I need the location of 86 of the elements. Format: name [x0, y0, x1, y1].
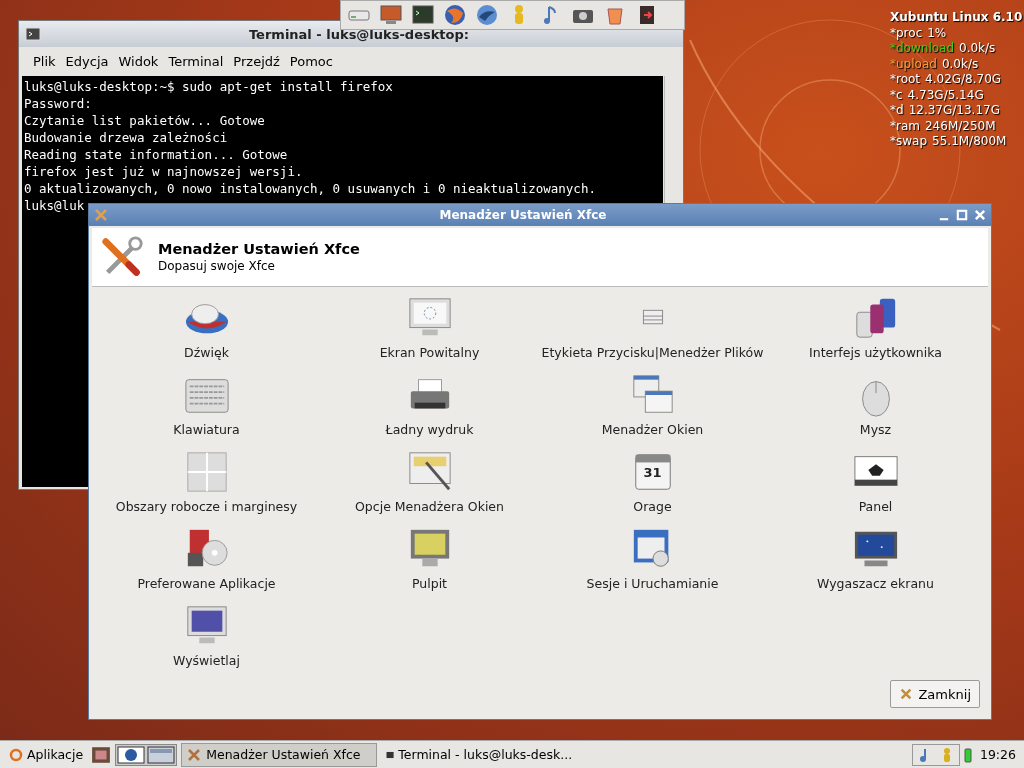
- terminal-line: Budowanie drzewa zależności: [24, 129, 229, 146]
- menu-item[interactable]: Plik: [33, 53, 56, 69]
- item-label: Klawiatura: [173, 422, 240, 437]
- terminal-line: Reading state information... Gotowe: [24, 146, 289, 163]
- stat-label: *ram: [890, 118, 920, 134]
- stat-value: 1%: [927, 25, 947, 41]
- calendar-date: 31: [643, 465, 662, 480]
- item-label: Wyświetlaj: [173, 653, 240, 668]
- terminal-line: luks@luks-desktop:~$ sudo apt-get install firefox: [24, 78, 394, 95]
- header-subtitle: Dopasuj swoje Xfce: [158, 259, 276, 273]
- stat-value: 12.37G/13.17G: [908, 103, 1000, 119]
- item-label: Ładny wydruk: [385, 422, 474, 437]
- stat-label: *proc: [890, 25, 923, 41]
- item-label: Ekran Powitalny: [379, 345, 480, 360]
- battery-icon: [963, 746, 972, 763]
- window-title: Menadżer Ustawień Xfce: [438, 208, 608, 222]
- item-label: Menadżer Okien: [601, 422, 704, 437]
- terminal-line: Czytanie list pakietów... Gotowe: [24, 112, 266, 129]
- mail-globe-icon[interactable]: [475, 3, 499, 27]
- item-label: Sesje i Uruchamianie: [586, 576, 719, 591]
- terminal-line: firefox jest już w najnowszej wersji.: [24, 163, 304, 180]
- task-button[interactable]: Menadżer Ustawień Xfce: [181, 742, 378, 767]
- stat-label: *d: [890, 103, 904, 119]
- tools-icon: [93, 207, 109, 223]
- applications-menu-button[interactable]: Aplikacje: [4, 746, 88, 763]
- item-label: Opcje Menadżera Okien: [355, 499, 504, 514]
- monitor-icon[interactable]: [379, 3, 403, 27]
- stat-label: *root: [890, 72, 921, 88]
- menu-item[interactable]: Przejdź: [233, 53, 280, 69]
- menu-item[interactable]: Edycja: [65, 53, 109, 69]
- workspace-switcher[interactable]: [115, 743, 178, 766]
- clock: 19:26: [978, 747, 1017, 762]
- stat-value: 4.02G/8.70G: [925, 72, 1002, 88]
- show-desktop-icon[interactable]: [91, 744, 112, 765]
- item-label: Interfejs użytkownika: [809, 345, 942, 360]
- settings-item[interactable]: 31 Orage: [541, 449, 764, 526]
- settings-item[interactable]: Menadżer Okien: [541, 372, 764, 449]
- terminal-line: Password:: [24, 95, 93, 112]
- settings-item[interactable]: Dźwięk: [95, 295, 318, 372]
- menu-item[interactable]: Pomoc: [289, 53, 333, 69]
- item-label: Dźwięk: [184, 345, 229, 360]
- menu-item[interactable]: Widok: [118, 53, 159, 69]
- settings-item[interactable]: Ładny wydruk: [318, 372, 541, 449]
- item-label: Panel: [858, 499, 893, 514]
- settings-item[interactable]: Mysz: [764, 372, 987, 449]
- stat-value: 4.73G/5.14G: [907, 87, 984, 103]
- stat-label: *swap: [890, 134, 928, 150]
- settings-item[interactable]: Preferowane Aplikacje: [95, 526, 318, 603]
- settings-item[interactable]: Wyświetlaj: [95, 603, 318, 680]
- settings-item[interactable]: Klawiatura: [95, 372, 318, 449]
- stat-value: 0.0k/s: [959, 41, 996, 57]
- settings-item[interactable]: Pulpit: [318, 526, 541, 603]
- globe-icon[interactable]: [443, 3, 467, 27]
- item-label: Preferowane Aplikacje: [137, 576, 276, 591]
- settings-item[interactable]: Panel: [764, 449, 987, 526]
- stat-label: *upload: [890, 56, 937, 72]
- window-title: Terminal - luks@luks-desktop:: [247, 26, 470, 42]
- close-button[interactable]: [973, 208, 987, 222]
- item-label: Wygaszacz ekranu: [817, 576, 934, 591]
- stat-label: *download: [890, 41, 955, 57]
- item-label: Pulpit: [412, 576, 447, 591]
- stat-value: 55.1M/800M: [932, 134, 1007, 150]
- ring-logo-icon: [8, 746, 24, 763]
- item-label: Mysz: [859, 422, 892, 437]
- settings-item[interactable]: Wygaszacz ekranu: [764, 526, 987, 603]
- menu-item[interactable]: Terminal: [168, 53, 224, 69]
- settings-item[interactable]: Ekran Powitalny: [318, 295, 541, 372]
- settings-item[interactable]: Opcje Menadżera Okien: [318, 449, 541, 526]
- system-monitor-title: Xubuntu Linux 6.10: [890, 10, 1023, 26]
- cross-icon: [899, 687, 914, 701]
- settings-item[interactable]: Obszary robocze i marginesy: [95, 449, 318, 526]
- item-label: Orage: [633, 499, 672, 514]
- item-label: Obszary robocze i marginesy: [115, 499, 298, 514]
- item-label: Etykieta Przycisku|Menedżer Plików: [541, 345, 764, 360]
- terminal-line: 0 aktualizowanych, 0 nowo instalowanych, 0 usuwanych i 0 nieaktualizowanych.: [24, 180, 597, 197]
- settings-item[interactable]: Etykieta Przycisku|Menedżer Plików: [541, 295, 764, 372]
- tools-icon: [186, 746, 203, 763]
- stat-value: 0.0k/s: [941, 56, 979, 72]
- close-button[interactable]: Zamknij: [890, 680, 980, 708]
- settings-item[interactable]: Sesje i Uruchamianie: [541, 526, 764, 603]
- stat-value: 246M/250M: [925, 118, 996, 134]
- settings-item[interactable]: Interfejs użytkownika: [764, 295, 987, 372]
- stat-label: *c: [890, 87, 903, 103]
- header-title: Menadżer Ustawień Xfce: [158, 241, 360, 257]
- workspace-icon[interactable]: [117, 745, 146, 764]
- maximize-button[interactable]: [955, 208, 969, 222]
